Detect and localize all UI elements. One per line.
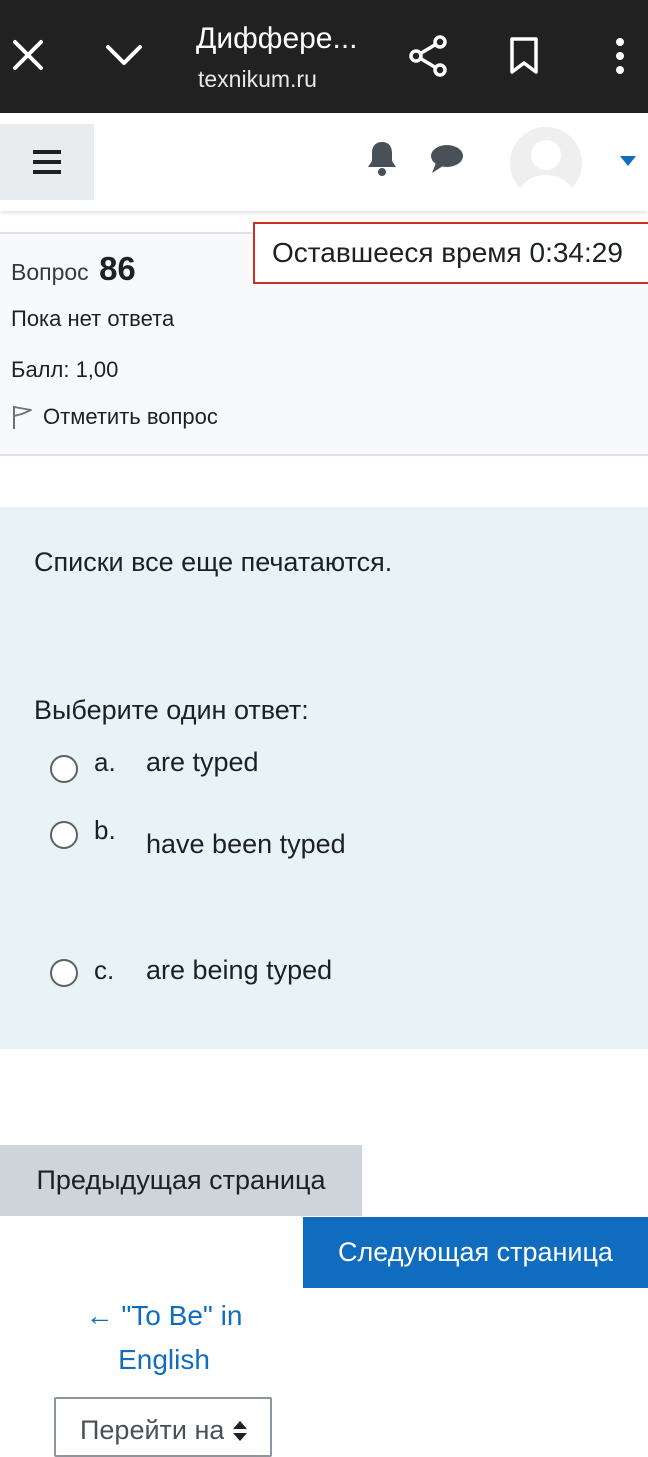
caret-down-icon[interactable] [620, 153, 636, 171]
radio-button[interactable] [50, 755, 78, 783]
radio-button[interactable] [50, 959, 78, 987]
flag-icon [11, 404, 33, 430]
radio-button[interactable] [50, 821, 78, 849]
option-text[interactable]: have been typed [146, 829, 346, 860]
previous-activity-link-line1[interactable]: ← "To Be" in [60, 1294, 268, 1338]
answer-prompt: Выберите один ответ: [34, 695, 309, 725]
menu-icon[interactable] [0, 124, 94, 200]
time-remaining: Оставшееся время 0:34:29 [253, 222, 648, 284]
question-number-value: 86 [99, 250, 136, 287]
jump-to-label: Перейти на... [80, 1415, 224, 1445]
site-navbar [0, 113, 648, 211]
flag-question-link[interactable]: Отметить вопрос [11, 404, 218, 430]
sort-arrows-icon [232, 1419, 248, 1443]
more-vert-icon[interactable] [596, 25, 644, 87]
question-grade: Балл: 1,00 [11, 357, 119, 382]
chevron-down-icon[interactable] [96, 10, 152, 100]
browser-toolbar: Диффере... texnikum.ru [0, 0, 648, 113]
question-label: Вопрос [11, 259, 89, 285]
question-number: Вопрос 86 [11, 250, 136, 288]
answer-option-b[interactable]: b. have been typed [50, 815, 630, 865]
page-title: Диффере... [196, 22, 358, 55]
jump-to-select[interactable]: Перейти на... [54, 1397, 272, 1457]
avatar[interactable] [510, 127, 582, 199]
option-letter: b. [94, 815, 116, 845]
close-icon[interactable] [0, 10, 56, 100]
question-text: Списки все еще печатаются. [34, 547, 393, 577]
option-text[interactable]: are being typed [146, 955, 332, 986]
question-state: Пока нет ответа [11, 306, 175, 331]
chat-icon[interactable] [428, 143, 468, 177]
previous-activity-link-line2[interactable]: English [60, 1338, 268, 1382]
option-text[interactable]: are typed [146, 747, 259, 778]
option-letter: c. [94, 955, 115, 985]
previous-activity-link[interactable]: ← "To Be" in English [60, 1294, 268, 1382]
answer-option-c[interactable]: c. are being typed [50, 955, 630, 1005]
bookmark-icon[interactable] [496, 25, 552, 87]
next-page-button[interactable]: Следующая страница [303, 1217, 648, 1288]
answer-option-a[interactable]: a. are typed [50, 747, 630, 797]
bell-icon[interactable] [364, 139, 404, 179]
page-url: texnikum.ru [198, 66, 317, 92]
option-letter: a. [94, 747, 116, 777]
question-content: Списки все еще печатаются. Выберите один… [0, 507, 648, 1049]
flag-question-label: Отметить вопрос [43, 404, 218, 429]
share-icon[interactable] [400, 25, 456, 87]
previous-page-button[interactable]: Предыдущая страница [0, 1145, 362, 1216]
